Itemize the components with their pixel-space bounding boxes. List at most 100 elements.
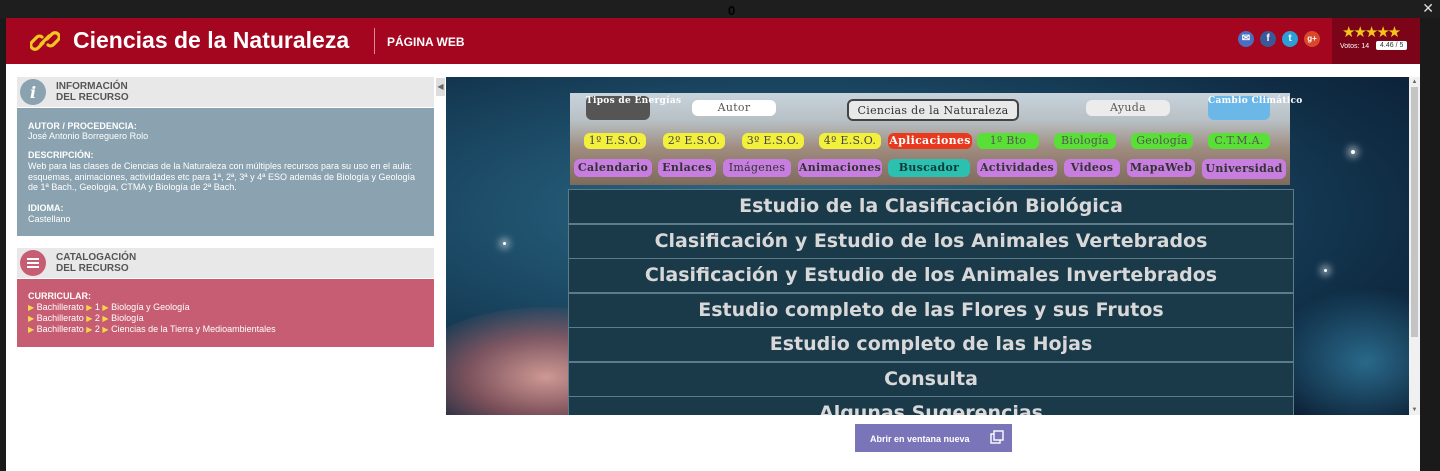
nav-actividades[interactable]: Actividades [977, 159, 1057, 177]
nav-geologia[interactable]: Geología [1131, 133, 1193, 149]
curricular-level: Bachillerato [36, 313, 84, 323]
open-new-window-label: Abrir en ventana nueva [870, 434, 970, 444]
star-decoration [503, 242, 506, 245]
rating-score: 4.46 / 5 [1376, 41, 1408, 50]
menu-item-flores-frutos[interactable]: Estudio completo de las Flores y sus Fru… [568, 293, 1294, 328]
resource-title: Ciencias de la Naturaleza [73, 27, 350, 53]
curricular-course: 2 [94, 324, 100, 334]
curricular-course: 1 [94, 302, 100, 312]
chevron-right-icon: ▶ [86, 325, 93, 334]
curricular-item: ▶ Bachillerato ▶ 2 ▶ Biología [28, 313, 144, 324]
chevron-right-icon: ▶ [86, 314, 93, 323]
nav-1-bto[interactable]: 1º Bto [977, 133, 1039, 149]
chevron-right-icon: ▶ [102, 314, 109, 323]
nav-enlaces[interactable]: Enlaces [658, 159, 716, 177]
author-value: José Antonio Borreguero Rolo [28, 131, 149, 141]
scroll-up-icon[interactable]: ▲ [1409, 77, 1420, 87]
catalog-heading-line2: DEL RECURSO [56, 263, 129, 274]
curricular-item: ▶ Bachillerato ▶ 1 ▶ Biología y Geología [28, 302, 190, 313]
web-viewer[interactable]: Tipos de Energías Autor Ciencias de la N… [446, 77, 1420, 415]
nav-tipos-energias[interactable]: Tipos de Energías [586, 96, 681, 120]
nav-ayuda[interactable]: Ayuda [1086, 100, 1170, 116]
curricular-subject: Ciencias de la Tierra y Medioambientales [111, 324, 276, 334]
nav-2-eso[interactable]: 2º E.S.O. [663, 133, 725, 149]
scroll-down-icon[interactable]: ▼ [1409, 405, 1420, 415]
chevron-right-icon: ▶ [102, 325, 109, 334]
menu-item-sugerencias[interactable]: Algunas Sugerencias [568, 396, 1294, 415]
language-value: Castellano [28, 214, 71, 224]
collapse-panel-icon[interactable]: ◀ [436, 78, 445, 96]
curricular-level: Bachillerato [36, 302, 84, 312]
nav-aplicaciones[interactable]: Aplicaciones [888, 133, 972, 149]
twitter-share-icon[interactable]: t [1282, 31, 1298, 47]
google-plus-share-icon[interactable]: g+ [1304, 31, 1320, 47]
viewer-scrollbar[interactable]: ▲ ▼ [1409, 77, 1420, 415]
bullet-arrow-icon: ▶ [28, 303, 35, 312]
info-panel: AUTOR / PROCEDENCIA: José Antonio Borreg… [17, 108, 434, 236]
nav-videos[interactable]: Videos [1064, 159, 1120, 177]
header-divider [374, 28, 375, 54]
svg-text:i: i [30, 83, 36, 102]
catalog-section-title: CATALOGACIÓN DEL RECURSO [56, 252, 136, 274]
site-header-banner: Tipos de Energías Autor Ciencias de la N… [570, 93, 1302, 185]
info-icon: i [20, 79, 46, 105]
rating-votes: Votos: 14 [1340, 43, 1370, 50]
nav-imagenes[interactable]: Imágenes [723, 159, 791, 177]
curricular-subject: Biología y Geología [111, 302, 190, 312]
menu-item-invertebrados[interactable]: Clasificación y Estudio de los Animales … [568, 258, 1294, 293]
menu-item-clasificacion-biologica[interactable]: Estudio de la Clasificación Biológica [568, 189, 1294, 224]
resource-type: PÁGINA WEB [387, 35, 465, 49]
list-icon [20, 250, 46, 276]
nav-autor[interactable]: Autor [692, 100, 776, 116]
nav-4-eso[interactable]: 4º E.S.O. [819, 133, 881, 149]
catalog-section-header: CATALOGACIÓN DEL RECURSO [17, 248, 434, 278]
catalog-panel: CURRICULAR: ▶ Bachillerato ▶ 1 ▶ Biologí… [17, 279, 434, 347]
star-decoration [1351, 150, 1355, 154]
curricular-item: ▶ Bachillerato ▶ 2 ▶ Ciencias de la Tier… [28, 324, 276, 335]
external-window-icon [990, 430, 1004, 444]
nav-animaciones[interactable]: Animaciones [798, 159, 882, 177]
facebook-share-icon[interactable]: f [1260, 31, 1276, 47]
curricular-course: 2 [94, 313, 100, 323]
nav-3-eso[interactable]: 3º E.S.O. [742, 133, 804, 149]
topbar-glyph: 0 [728, 3, 736, 18]
menu-item-hojas[interactable]: Estudio completo de las Hojas [568, 327, 1294, 362]
overlay-topbar: 0 ✕ [0, 0, 1440, 18]
nav-ciencias-naturaleza[interactable]: Ciencias de la Naturaleza [847, 99, 1019, 121]
nav-mapaweb[interactable]: MapaWeb [1127, 159, 1195, 177]
scroll-thumb[interactable] [1411, 87, 1418, 337]
link-icon [30, 31, 60, 51]
curricular-label: CURRICULAR: [28, 291, 91, 301]
nav-calendario[interactable]: Calendario [574, 159, 652, 177]
author-label: AUTOR / PROCEDENCIA: [28, 121, 137, 131]
bullet-arrow-icon: ▶ [28, 325, 35, 334]
info-heading-line2: DEL RECURSO [56, 92, 129, 103]
nav-universidad[interactable]: Universidad [1202, 159, 1286, 179]
nav-1-eso[interactable]: 1º E.S.O. [584, 133, 646, 149]
catalog-heading-line1: CATALOGACIÓN [56, 252, 137, 263]
nav-cambio-climatico[interactable]: Cambio Climático [1208, 96, 1302, 120]
curricular-subject: Biología [111, 313, 144, 323]
bullet-arrow-icon: ▶ [28, 314, 35, 323]
email-share-icon[interactable]: ✉ [1238, 31, 1254, 47]
modal-header: Ciencias de la Naturaleza PÁGINA WEB ✉ f… [6, 18, 1420, 64]
chevron-right-icon: ▶ [102, 303, 109, 312]
description-label: DESCRIPCIÓN: [28, 150, 94, 160]
rating-stars[interactable]: ★★★★★ [1342, 23, 1401, 41]
description-value: Web para las clases de Ciencias de la Na… [28, 161, 416, 192]
open-new-window-button[interactable]: Abrir en ventana nueva [855, 424, 1012, 452]
info-section-header: i INFORMACIÓN DEL RECURSO [17, 77, 434, 107]
menu-item-consulta[interactable]: Consulta [568, 362, 1294, 397]
nav-ctma[interactable]: C.T.M.A. [1208, 133, 1270, 149]
language-label: IDIOMA: [28, 203, 64, 213]
nav-buscador[interactable]: Buscador [888, 159, 970, 177]
info-heading-line1: INFORMACIÓN [56, 81, 128, 92]
close-icon[interactable]: ✕ [1422, 0, 1434, 16]
chevron-right-icon: ▶ [86, 303, 93, 312]
info-section-title: INFORMACIÓN DEL RECURSO [56, 81, 129, 103]
nav-biologia[interactable]: Biología [1054, 133, 1116, 149]
menu-item-vertebrados[interactable]: Clasificación y Estudio de los Animales … [568, 224, 1294, 259]
rating-box: ★★★★★ Votos: 14 4.46 / 5 [1332, 18, 1420, 64]
curricular-level: Bachillerato [36, 324, 84, 334]
star-decoration [1324, 269, 1327, 272]
